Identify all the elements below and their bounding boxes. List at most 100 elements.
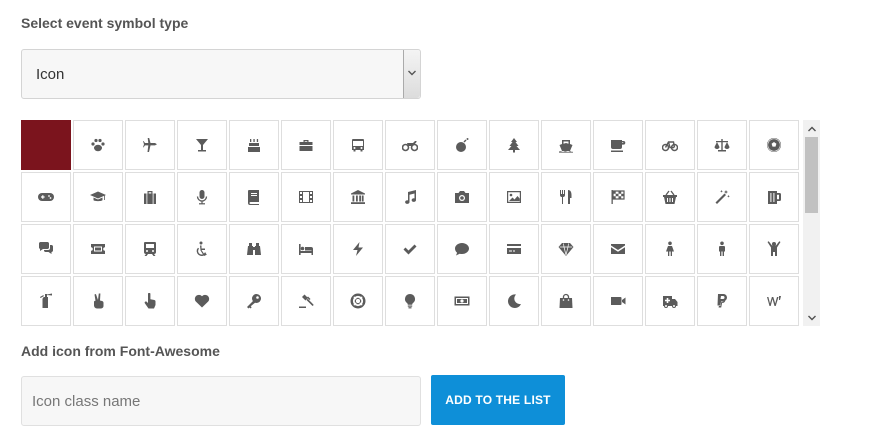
icon-cell-shopping-bag[interactable] [541, 276, 591, 326]
icon-cell-life-ring[interactable] [333, 276, 383, 326]
icon-cell-fire-extinguisher[interactable] [21, 276, 71, 326]
icon-cell-microphone[interactable] [177, 172, 227, 222]
icon-grid-scrollbar[interactable] [803, 120, 820, 326]
icon-cell-image[interactable] [489, 172, 539, 222]
female-icon [666, 241, 674, 256]
icon-cell-gavel[interactable] [281, 276, 331, 326]
money-icon [454, 296, 470, 306]
icon-cell-paypal[interactable] [697, 276, 747, 326]
binoculars-icon [247, 243, 261, 255]
icon-cell-film[interactable] [281, 172, 331, 222]
child-icon [767, 241, 781, 256]
icon-cell-check[interactable] [385, 224, 435, 274]
birthday-cake-icon [248, 139, 260, 152]
icon-cell-magic-wand[interactable] [697, 172, 747, 222]
icon-cell-credit-card[interactable] [489, 224, 539, 274]
icon-cell-hand-peace[interactable] [73, 276, 123, 326]
chevron-down-icon [408, 70, 416, 76]
icon-cell-gamepad[interactable] [21, 172, 71, 222]
icon-cell-tree[interactable] [489, 120, 539, 170]
icon-cell-binoculars[interactable] [229, 224, 279, 274]
add-to-list-button[interactable]: ADD TO THE LIST [431, 375, 565, 425]
icon-cell-briefcase[interactable] [281, 120, 331, 170]
icon-cell-comment[interactable] [437, 224, 487, 274]
icon-cell-music[interactable] [385, 172, 435, 222]
gamepad-icon [38, 193, 54, 201]
coffee-icon [611, 140, 626, 152]
icon-cell-ambulance[interactable] [645, 276, 695, 326]
cocktail-icon [196, 139, 208, 152]
icon-cell-money[interactable] [437, 276, 487, 326]
icon-cell-heart[interactable] [177, 276, 227, 326]
icon-cell-bus[interactable] [333, 120, 383, 170]
icon-cell-bicycle[interactable] [645, 120, 695, 170]
graduation-cap-icon [90, 191, 106, 202]
icon-cell-suitcase[interactable] [125, 172, 175, 222]
briefcase-icon [299, 140, 313, 151]
icon-class-input[interactable] [21, 376, 421, 426]
key-icon [247, 294, 261, 309]
icon-cell-diamond[interactable] [541, 224, 591, 274]
icon-cell-ticket[interactable] [73, 224, 123, 274]
icon-cell-hand-pointer[interactable] [125, 276, 175, 326]
icon-cell-video-camera[interactable] [593, 276, 643, 326]
icon-cell-ship[interactable] [541, 120, 591, 170]
icon-cell-bed[interactable] [281, 224, 331, 274]
icon-cell-camera[interactable] [437, 172, 487, 222]
chevron-up-icon [807, 126, 816, 131]
icon-cell-soccer-ball[interactable] [749, 120, 799, 170]
add-icon-label: Add icon from Font-Awesome [21, 343, 220, 359]
icon-cell-key[interactable] [229, 276, 279, 326]
hand-pointer-icon [144, 293, 156, 309]
shopping-basket-icon [663, 190, 677, 204]
icon-cell-wine[interactable] [749, 276, 799, 326]
icon-cell-wheelchair[interactable] [177, 224, 227, 274]
icon-cell-lightbulb[interactable] [385, 276, 435, 326]
select-arrow[interactable] [403, 50, 420, 98]
icon-cell-book[interactable] [229, 172, 279, 222]
icon-cell-train[interactable] [125, 224, 175, 274]
icon-cell-birthday-cake[interactable] [229, 120, 279, 170]
icon-cell-moon[interactable] [489, 276, 539, 326]
camera-icon [455, 191, 469, 203]
icon-cell-paw[interactable] [73, 120, 123, 170]
icon-cell-cocktail[interactable] [177, 120, 227, 170]
comment-icon [455, 243, 469, 256]
icon-cell-motorcycle[interactable] [385, 120, 435, 170]
paypal-icon [717, 294, 727, 308]
color-swatch-selected[interactable] [21, 120, 71, 170]
icon-cell-bolt[interactable] [333, 224, 383, 274]
icon-cell-beer[interactable] [749, 172, 799, 222]
bicycle-icon [662, 141, 678, 152]
diamond-icon [558, 243, 574, 256]
film-icon [299, 191, 313, 203]
icon-cell-cutlery[interactable] [541, 172, 591, 222]
gavel-icon [299, 294, 314, 308]
scroll-down-button[interactable] [803, 309, 820, 326]
shopping-bag-icon [559, 293, 573, 308]
icon-cell-bomb[interactable] [437, 120, 487, 170]
scroll-thumb[interactable] [805, 137, 818, 213]
train-icon [144, 242, 156, 256]
icon-cell-flag-checkered[interactable] [593, 172, 643, 222]
icon-cell-plane[interactable] [125, 120, 175, 170]
icon-cell-shopping-basket[interactable] [645, 172, 695, 222]
ship-icon [559, 140, 573, 153]
ticket-icon [91, 244, 105, 254]
scroll-up-button[interactable] [803, 120, 820, 137]
icon-cell-child[interactable] [749, 224, 799, 274]
icon-cell-male[interactable] [697, 224, 747, 274]
icon-cell-balance-scale[interactable] [697, 120, 747, 170]
comments-icon [39, 242, 53, 254]
icon-cell-graduation-cap[interactable] [73, 172, 123, 222]
icon-cell-coffee[interactable] [593, 120, 643, 170]
book-icon [248, 190, 259, 205]
credit-card-icon [507, 244, 521, 254]
cutlery-icon [560, 190, 572, 204]
icon-cell-comments[interactable] [21, 224, 71, 274]
icon-cell-female[interactable] [645, 224, 695, 274]
icon-cell-envelope[interactable] [593, 224, 643, 274]
icon-cell-bank[interactable] [333, 172, 383, 222]
symbol-type-select[interactable]: Icon [21, 49, 421, 99]
ambulance-icon [663, 296, 678, 308]
